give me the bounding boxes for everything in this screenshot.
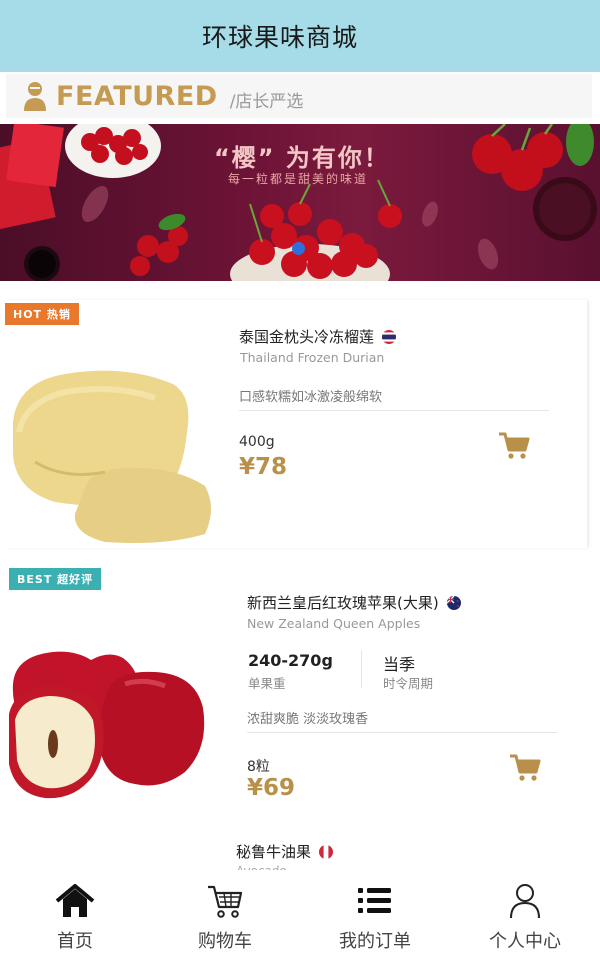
carousel-indicator-dot[interactable] <box>292 242 305 255</box>
nav-cart-label: 购物车 <box>198 931 252 952</box>
thailand-flag-icon <box>382 329 397 344</box>
product-card-apples[interactable]: BEST 超好评 新西兰皇后红玫瑰苹果(大果) New Zealand Quee… <box>5 566 595 816</box>
spec-label-season: 时令周期 <box>383 676 434 691</box>
nav-orders[interactable]: 我的订单 <box>300 870 450 953</box>
product-name-text: 秘鲁牛油果 <box>236 843 312 861</box>
product-card-durian[interactable]: HOT 热销 泰国金枕头冷冻榴莲 Thailand Frozen Durian … <box>5 300 587 548</box>
spec-label-weight: 单果重 <box>248 676 286 691</box>
divider <box>247 732 557 733</box>
product-name[interactable]: 秘鲁牛油果 <box>236 841 334 862</box>
app-header: 环球果味商城 <box>0 0 600 72</box>
home-icon <box>55 882 95 919</box>
banner-headline: “樱” 为有你！ <box>214 144 390 172</box>
nav-home[interactable]: 首页 <box>0 870 150 953</box>
featured-section-header: FEATURED /店长严选 <box>6 74 592 118</box>
apple-product-image <box>9 651 205 799</box>
cart-icon <box>510 754 541 781</box>
list-icon <box>355 882 395 919</box>
promo-banner[interactable]: “樱” 为有你！ 每一粒都是甜美的味道 <box>0 124 600 281</box>
add-to-cart-button[interactable] <box>497 430 531 460</box>
nav-cart[interactable]: 购物车 <box>150 870 300 953</box>
product-name[interactable]: 泰国金枕头冷冻榴莲 <box>239 326 397 347</box>
best-tag: BEST 超好评 <box>9 568 102 590</box>
divider <box>239 410 549 411</box>
product-name-text: 新西兰皇后红玫瑰苹果(大果) <box>247 594 439 612</box>
add-to-cart-button[interactable] <box>508 752 542 782</box>
cart-icon <box>205 882 245 919</box>
product-name-en: New Zealand Queen Apples <box>247 616 421 631</box>
app-title: 环球果味商城 <box>201 23 358 52</box>
nav-orders-label: 我的订单 <box>339 931 411 952</box>
hot-tag: HOT 热销 <box>5 303 79 325</box>
featured-title: FEATURED <box>56 80 218 112</box>
banner-tagline: 每一粒都是甜美的味道 <box>228 172 369 186</box>
product-description: 口感软糯如冰激凌般绵软 <box>239 390 383 405</box>
shopkeeper-icon <box>22 80 48 112</box>
bottom-navigation: 首页 购物车 我的订单 个人中心 <box>0 870 600 953</box>
product-weight: 8粒 <box>247 759 270 775</box>
durian-product-image <box>13 370 211 543</box>
spec-value-season: 当季 <box>383 655 416 674</box>
person-icon <box>505 882 545 919</box>
nav-profile-label: 个人中心 <box>489 931 561 952</box>
nav-home-label: 首页 <box>57 931 93 952</box>
product-name-en: Thailand Frozen Durian <box>240 350 385 365</box>
product-name-text: 泰国金枕头冷冻榴莲 <box>239 328 375 346</box>
spec-value-weight: 240-270g <box>248 651 333 670</box>
product-price: ¥78 <box>239 454 288 480</box>
featured-subtitle: /店长严选 <box>229 91 304 112</box>
product-name[interactable]: 新西兰皇后红玫瑰苹果(大果) <box>247 592 461 613</box>
product-weight: 400g <box>239 434 275 450</box>
peru-flag-icon <box>319 844 334 859</box>
spec-divider <box>361 650 362 688</box>
nav-profile[interactable]: 个人中心 <box>450 870 600 953</box>
product-price: ¥69 <box>247 775 296 801</box>
product-description: 浓甜爽脆 淡淡玫瑰香 <box>247 712 369 727</box>
cart-icon <box>499 432 530 459</box>
new-zealand-flag-icon <box>446 595 461 610</box>
